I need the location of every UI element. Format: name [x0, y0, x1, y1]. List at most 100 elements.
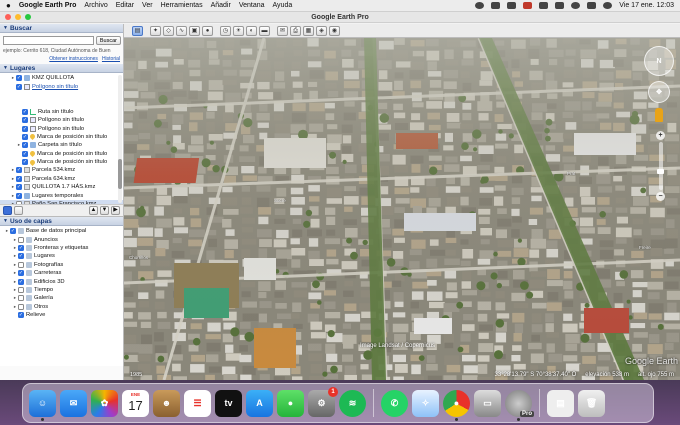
layers-item[interactable]: ▸ Galería	[0, 294, 123, 302]
visibility-checkbox[interactable]: ✓	[22, 108, 28, 115]
sidebar-view-button[interactable]	[3, 206, 12, 215]
system-settings-icon[interactable]: ⚙ 1	[308, 386, 338, 417]
places-item[interactable]: ▸ Paño San Francisco.kmz	[0, 199, 123, 204]
maps-icon[interactable]: ◈	[316, 25, 327, 36]
search-input[interactable]	[3, 36, 94, 45]
record-tour-icon[interactable]: ●	[202, 25, 213, 36]
map-view[interactable]: N ✥ + − Chorrillos Prat Freire Sucre Ima…	[124, 38, 680, 380]
places-item[interactable]: ▸ ✓ QUILLOTA 1.7 HÁS.kmz	[0, 183, 123, 191]
record-tray-icon[interactable]	[507, 2, 517, 9]
print-icon[interactable]: ⎙	[290, 25, 301, 36]
visibility-checkbox[interactable]: ✓	[22, 159, 28, 166]
places-item[interactable]: ▸ ✓ Parcela 534.kmz	[0, 166, 123, 174]
sidebar-toggle-icon[interactable]: ▤	[132, 25, 143, 36]
visibility-checkbox[interactable]: ✓	[18, 244, 24, 251]
menu-anadir[interactable]: Añadir	[211, 2, 231, 9]
places-item[interactable]: ✓ Marca de posición sin título	[0, 133, 123, 141]
places-item[interactable]: ✓ Polígono sin título	[0, 82, 123, 90]
visibility-checkbox[interactable]	[16, 201, 22, 204]
layers-tree[interactable]: ▸ ✓ Base de datos principal ▸ Anuncios ▸ ✓ Fron…	[0, 226, 123, 366]
play-tray-icon[interactable]	[539, 2, 549, 9]
control-center-icon[interactable]	[587, 2, 597, 9]
messages-icon[interactable]: ●	[277, 389, 304, 417]
zoom-in-button[interactable]: +	[656, 131, 665, 140]
layers-item[interactable]: ✓ Relieve	[0, 311, 123, 319]
visibility-checkbox[interactable]: ✓	[10, 228, 16, 235]
visibility-checkbox[interactable]: ✓	[18, 253, 24, 260]
move-joystick[interactable]: ✥	[648, 81, 670, 103]
menu-ventana[interactable]: Ventana	[239, 2, 265, 9]
siri-icon[interactable]	[603, 2, 613, 9]
path-icon[interactable]: ∿	[176, 25, 187, 36]
places-item[interactable]: ✓ Polígono sin título	[0, 124, 123, 132]
save-image-icon[interactable]: ▦	[303, 25, 314, 36]
app-menu[interactable]: Google Earth Pro	[19, 2, 77, 9]
chrome-tray-icon[interactable]	[475, 2, 485, 9]
layers-item[interactable]: ▸ ✓ Carreteras	[0, 269, 123, 277]
google-earth-pro-icon[interactable]: Pro	[505, 389, 534, 421]
battery-icon[interactable]	[555, 2, 565, 9]
apple-icon[interactable]: ●	[6, 1, 11, 10]
north-compass-icon[interactable]: N	[644, 46, 674, 76]
layers-item[interactable]: ▸ ✓ Base de datos principal	[0, 227, 123, 235]
placemark-icon[interactable]: ✦	[150, 25, 161, 36]
calendar-icon[interactable]: ENE 17	[122, 389, 149, 417]
menu-editar[interactable]: Editar	[116, 2, 134, 9]
menu-ayuda[interactable]: Ayuda	[273, 2, 293, 9]
layers-item[interactable]: ▸ Tiempo	[0, 286, 123, 294]
visibility-checkbox[interactable]	[18, 261, 24, 268]
layers-item[interactable]: ▸ Anuncios	[0, 235, 123, 243]
ruler-icon[interactable]: ▬	[259, 25, 270, 36]
look-compass[interactable]: N	[644, 46, 674, 76]
reminders-icon[interactable]: ☰	[184, 389, 211, 417]
places-item[interactable]: ▸ ✓ Lugares temporales	[0, 191, 123, 199]
mail-icon[interactable]: ✉	[60, 389, 87, 417]
search-button[interactable]: Buscar	[95, 36, 121, 45]
visibility-checkbox[interactable]	[18, 303, 24, 310]
places-scroll-thumb[interactable]	[118, 159, 122, 189]
wifi-icon[interactable]	[571, 2, 581, 9]
visibility-checkbox[interactable]	[18, 295, 24, 302]
trash-icon[interactable]: 🗑	[578, 389, 605, 417]
panel-toggle-button[interactable]	[14, 206, 23, 215]
places-item[interactable]: ▸ ✓ KMZ QUILLOTA	[0, 74, 123, 82]
menu-herramientas[interactable]: Herramientas	[161, 2, 203, 9]
photos-icon[interactable]: ✿	[91, 389, 118, 417]
places-item[interactable]: ▸ ✓ Parcela 634.kmz	[0, 175, 123, 183]
safari-icon[interactable]: ✧	[412, 389, 439, 417]
finder-icon[interactable]: ☺	[29, 389, 56, 421]
search-panel-header[interactable]: ▼ Buscar	[0, 24, 123, 33]
historical-imagery-icon[interactable]: ◷	[220, 25, 231, 36]
visibility-checkbox[interactable]: ✓	[22, 150, 28, 157]
visibility-checkbox[interactable]: ✓	[18, 312, 24, 319]
places-item[interactable]: ✓ Marca de posición sin título	[0, 150, 123, 158]
places-scrollbar[interactable]	[118, 75, 122, 203]
visibility-checkbox[interactable]: ✓	[16, 75, 22, 82]
visibility-checkbox[interactable]: ✓	[16, 83, 22, 90]
apple-tv-icon[interactable]: tv	[215, 389, 242, 417]
chrome-icon[interactable]: ●	[443, 389, 470, 421]
visibility-checkbox[interactable]: ✓	[16, 184, 22, 191]
move-down-icon[interactable]: ▼	[100, 206, 109, 215]
visibility-checkbox[interactable]: ✓	[16, 167, 22, 174]
planets-icon[interactable]: ◐	[246, 25, 257, 36]
visibility-checkbox[interactable]	[18, 236, 24, 243]
layers-item[interactable]: ▸ ✓ Edificios 3D	[0, 277, 123, 285]
whatsapp-icon[interactable]: ✆	[381, 389, 408, 417]
places-item[interactable]: ✓ Ruta sin título	[0, 108, 123, 116]
directions-link[interactable]: Obtener instrucciones	[49, 56, 98, 62]
visibility-checkbox[interactable]: ✓	[22, 133, 28, 140]
places-item[interactable]: ▸ ✓ Carpeta sin título	[0, 141, 123, 149]
move-joystick-icon[interactable]: ✥	[648, 81, 670, 103]
places-item[interactable]: ✓ Polígono sin título	[0, 116, 123, 124]
app-store-icon[interactable]: A	[246, 389, 273, 417]
visibility-checkbox[interactable]	[18, 286, 24, 293]
spotify-icon[interactable]: ≋	[339, 389, 366, 417]
polygon-icon[interactable]: ◇	[163, 25, 174, 36]
places-item[interactable]	[0, 91, 123, 99]
visibility-checkbox[interactable]: ✓	[18, 270, 24, 277]
menu-ver[interactable]: Ver	[142, 2, 153, 9]
places-item[interactable]	[0, 99, 123, 107]
layers-item[interactable]: ▸ ✓ Fronteras y etiquetas	[0, 244, 123, 252]
layers-item[interactable]: ▸ Fotografías	[0, 261, 123, 269]
